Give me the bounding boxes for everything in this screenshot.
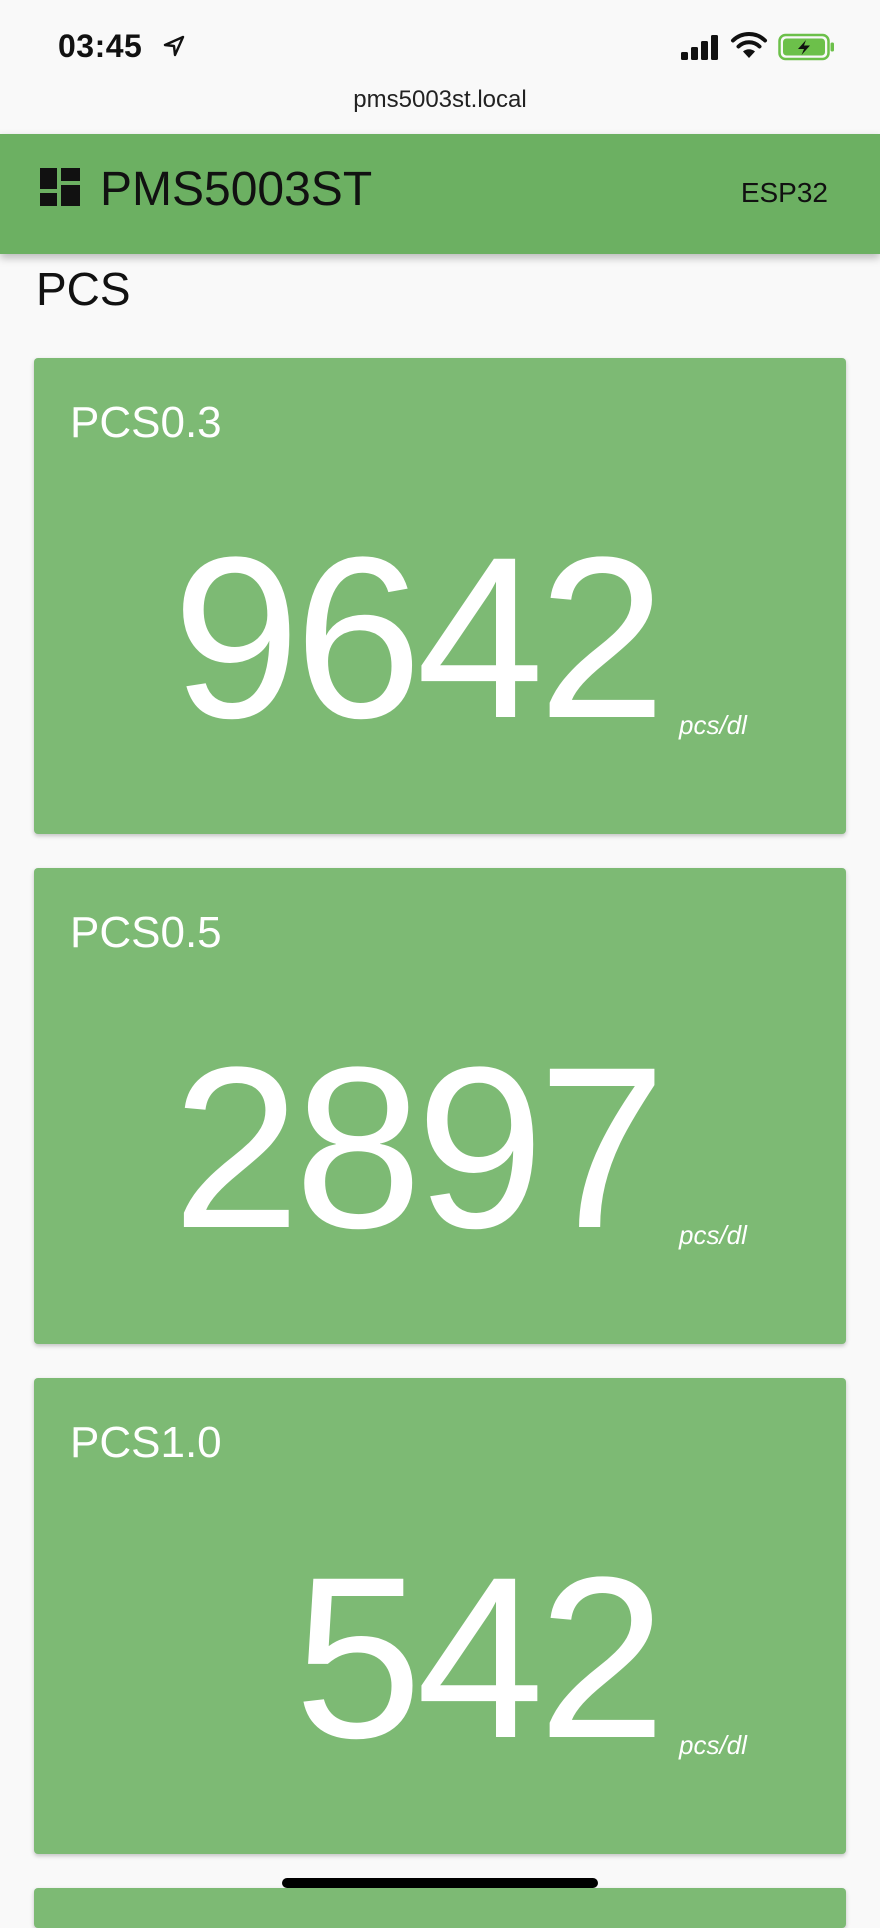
pcs05-card: PCS0.5 2897 pcs/dl bbox=[34, 868, 846, 1344]
battery-charging-icon bbox=[778, 33, 834, 61]
card-label: PCS0.3 bbox=[70, 398, 222, 447]
card-unit: pcs/dl bbox=[679, 1730, 747, 1760]
card-value: 2897 bbox=[172, 1019, 666, 1276]
next-card-partial bbox=[34, 1888, 846, 1928]
cellular-signal-icon bbox=[681, 35, 718, 60]
pcs10-card: PCS1.0 542 pcs/dl bbox=[34, 1378, 846, 1854]
section-title: PCS bbox=[36, 263, 131, 315]
home-indicator[interactable] bbox=[282, 1878, 598, 1888]
location-arrow-icon bbox=[163, 35, 185, 57]
status-bar: 03:45 bbox=[0, 0, 880, 80]
card-label: PCS0.5 bbox=[70, 908, 222, 957]
card-value: 9642 bbox=[172, 509, 666, 766]
card-unit: pcs/dl bbox=[679, 710, 747, 740]
dashboard-icon bbox=[40, 168, 80, 206]
card-value: 542 bbox=[294, 1529, 666, 1786]
url-bar[interactable]: pms5003st.local bbox=[0, 80, 880, 132]
pcs03-card: PCS0.3 9642 pcs/dl bbox=[34, 358, 846, 834]
card-label: PCS1.0 bbox=[70, 1418, 222, 1467]
device-label: ESP32 bbox=[740, 177, 828, 208]
card-unit: pcs/dl bbox=[679, 1220, 747, 1250]
wifi-icon bbox=[731, 32, 767, 58]
app-header: PMS5003ST ESP32 bbox=[0, 134, 880, 254]
app-title: PMS5003ST bbox=[100, 163, 373, 216]
status-time: 03:45 bbox=[58, 28, 143, 64]
